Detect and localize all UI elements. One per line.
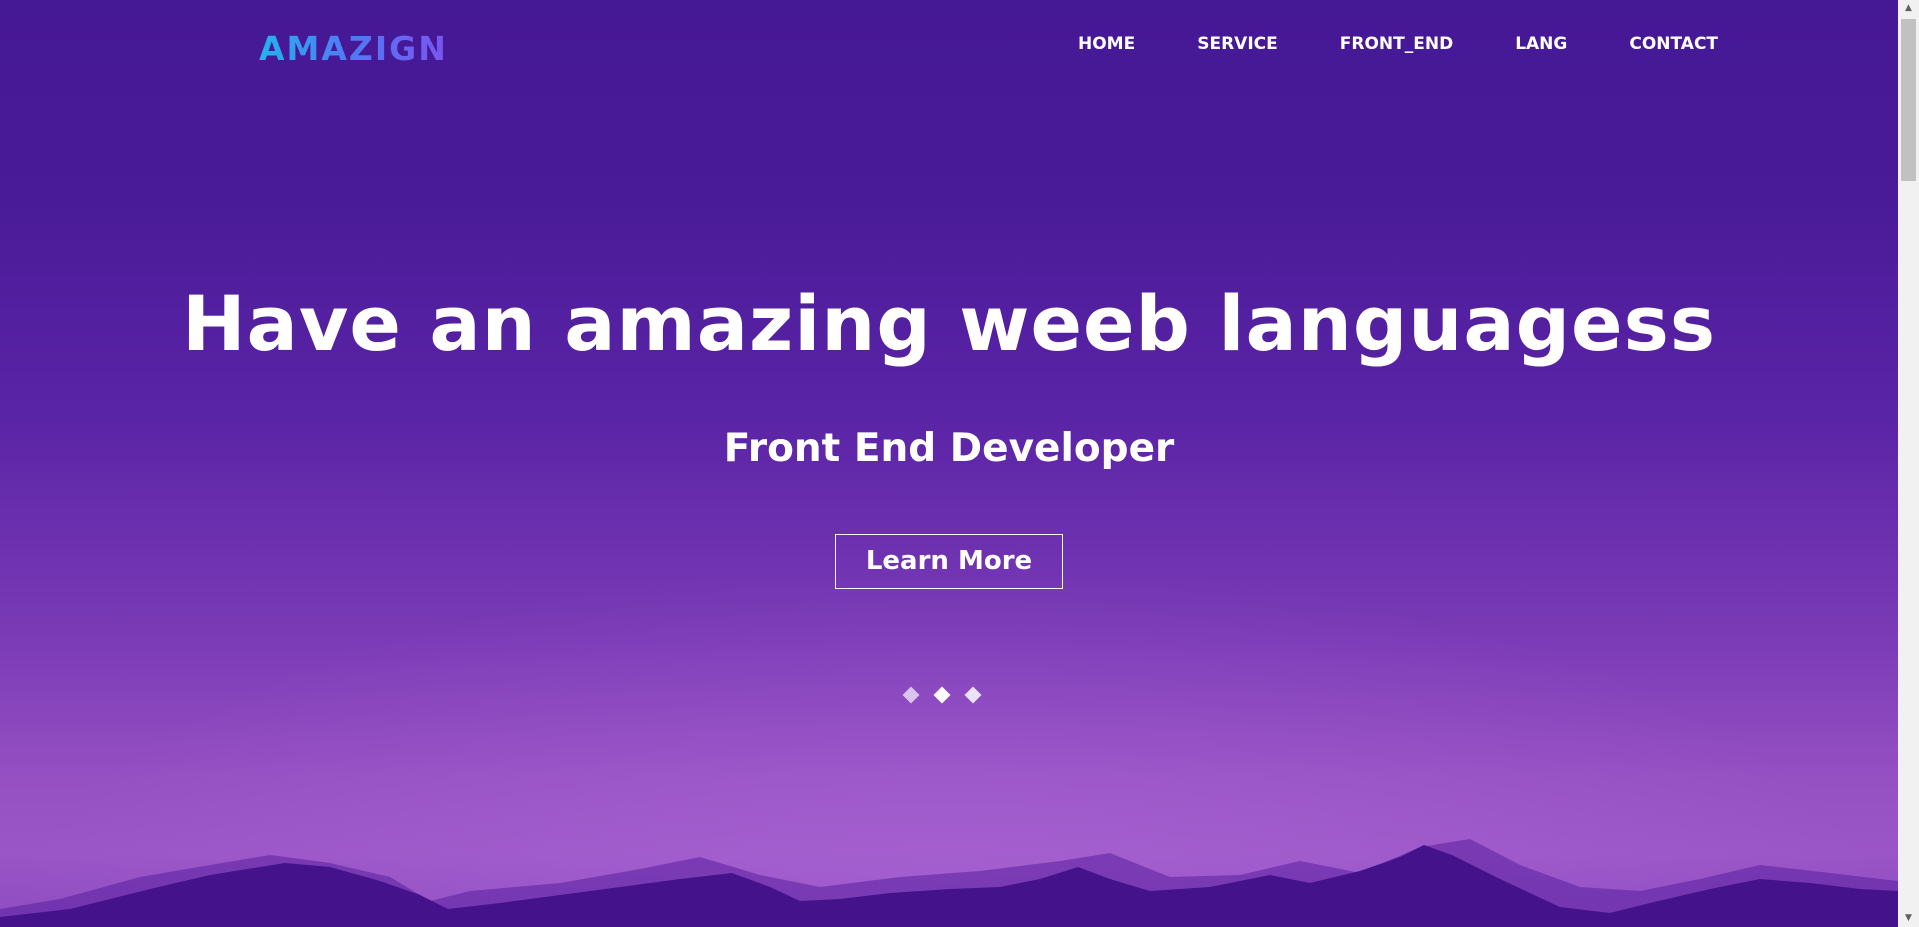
slider-dots	[902, 686, 992, 705]
nav-item-service[interactable]: SERVICE	[1197, 33, 1278, 55]
vertical-scrollbar[interactable]: ▲ ▼	[1898, 0, 1919, 927]
brand-logo[interactable]: AMAZIGN	[259, 31, 448, 67]
page: AMAZIGN HOME SERVICE FRONT_END LANG CONT…	[0, 0, 1919, 927]
scrollbar-thumb[interactable]	[1901, 19, 1916, 181]
triangle-up-icon[interactable]: ▲	[1898, 0, 1919, 17]
nav-item-home[interactable]: HOME	[1078, 33, 1135, 55]
mountain-silhouette	[0, 839, 1898, 927]
main-nav: HOME SERVICE FRONT_END LANG CONTACT	[1078, 33, 1718, 55]
triangle-down-icon[interactable]: ▼	[1898, 910, 1919, 927]
nav-item-lang[interactable]: LANG	[1515, 33, 1567, 55]
hero-title: Have an amazing weeb languagess	[181, 279, 1717, 368]
hero-section: AMAZIGN HOME SERVICE FRONT_END LANG CONT…	[0, 0, 1898, 927]
slider-dot-3[interactable]	[964, 686, 982, 704]
nav-item-front-end[interactable]: FRONT_END	[1340, 33, 1453, 55]
slider-dot-1[interactable]	[902, 686, 920, 704]
nav-item-contact[interactable]: CONTACT	[1629, 33, 1718, 55]
slider-dot-2[interactable]	[933, 686, 951, 704]
learn-more-button[interactable]: Learn More	[835, 534, 1063, 589]
hero-subtitle: Front End Developer	[723, 426, 1175, 471]
